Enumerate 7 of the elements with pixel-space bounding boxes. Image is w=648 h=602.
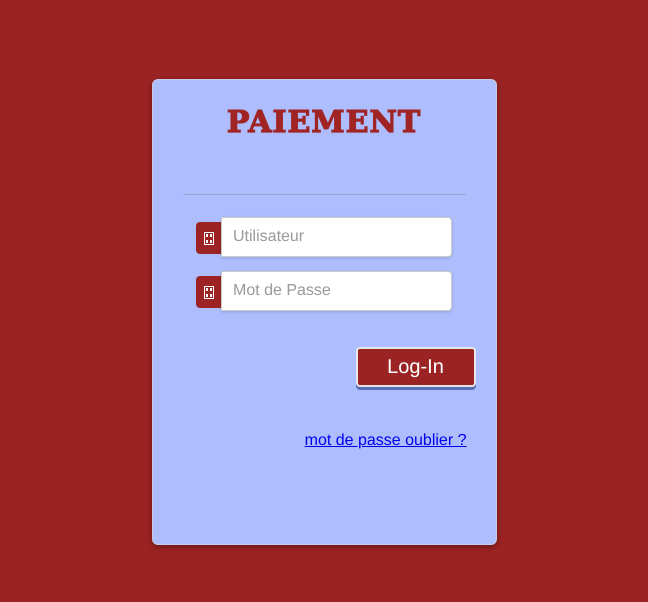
glyph-box-icon bbox=[204, 232, 214, 244]
page-title: PAIEMENT bbox=[226, 104, 422, 142]
login-button[interactable]: Log-In bbox=[356, 347, 476, 387]
input-field[interactable]: Utilisateur bbox=[221, 217, 452, 257]
forgot-password-link[interactable]: mot de passe oublier ? bbox=[304, 432, 466, 450]
glyph-box-icon bbox=[204, 286, 214, 298]
input-field[interactable]: Mot de Passe bbox=[221, 271, 452, 311]
